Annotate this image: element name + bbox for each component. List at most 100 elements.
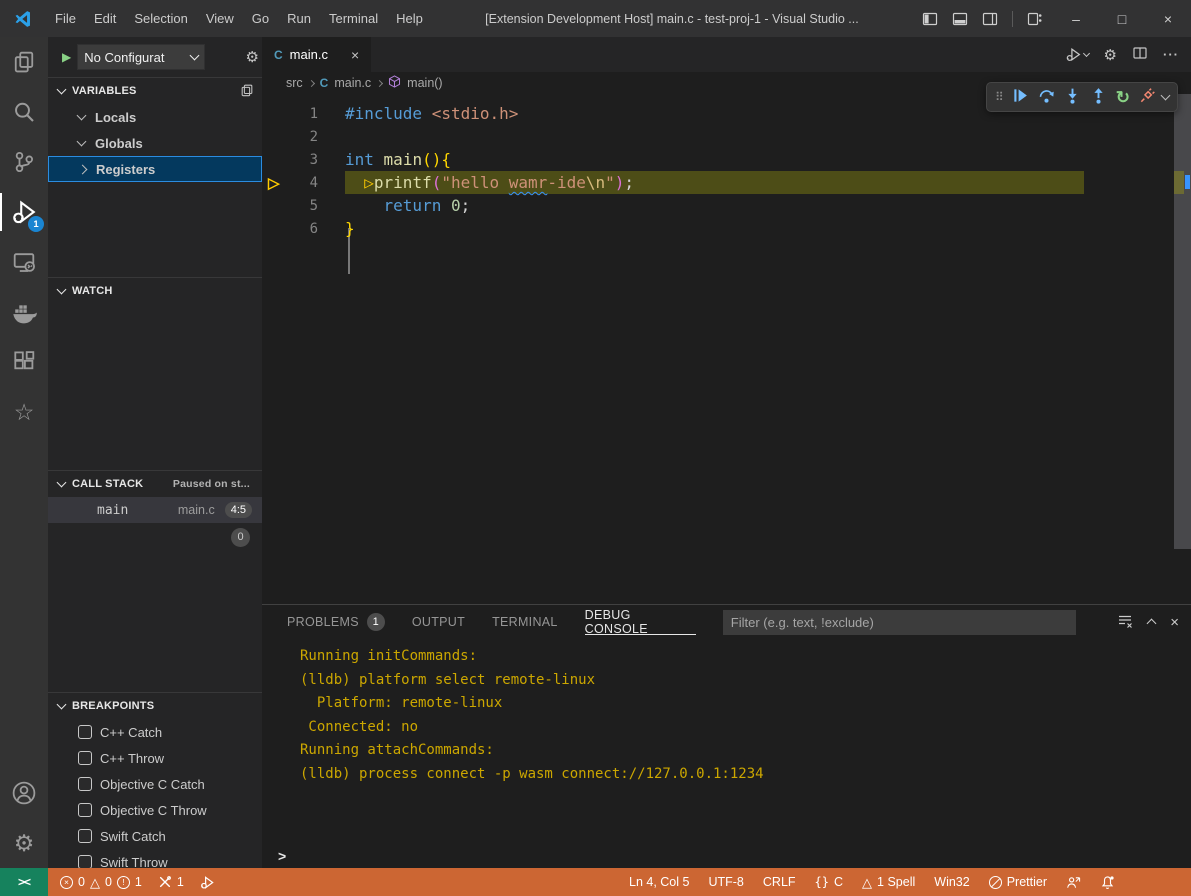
settings-gear-icon[interactable]: ⚙ [0,818,48,868]
menu-go[interactable]: Go [243,11,278,26]
breadcrumb-symbol[interactable]: main() [407,76,442,90]
activity-remote-explorer-icon[interactable] [0,237,48,287]
chevron-down-icon [57,700,67,710]
step-out-icon[interactable] [1090,87,1107,107]
variables-item-locals[interactable]: Locals [48,104,262,130]
code-token: -ide [547,173,586,192]
step-over-icon[interactable] [1038,87,1055,107]
continue-icon[interactable] [1012,87,1029,107]
code-token: "hello [441,173,508,192]
activity-star-icon[interactable]: ☆ [0,387,48,437]
feedback-person-icon[interactable] [1066,875,1081,890]
prettier-status[interactable]: Prettier [989,875,1047,889]
remote-indicator[interactable]: >< [0,868,48,896]
panel-tab-output[interactable]: OUTPUT [412,605,465,639]
call-stack-header[interactable]: CALL STACK Paused on st... [48,471,262,497]
accounts-icon[interactable] [0,768,48,818]
problems-status[interactable]: × 0 △ 0 ! 1 [60,875,142,889]
breakpoint-checkbox[interactable] [78,829,92,843]
debug-console-input[interactable]: > [262,845,1191,866]
language-mode[interactable]: {} C [815,875,843,889]
breadcrumb-file[interactable]: main.c [334,76,371,90]
panel-tab-problems[interactable]: PROBLEMS1 [287,605,385,639]
restart-icon[interactable]: ↻ [1116,89,1130,106]
session-count-badge: 0 [231,528,250,547]
problems-count-badge: 1 [367,613,385,631]
panel-tab-debug-console[interactable]: DEBUG CONSOLE [585,605,696,639]
menu-edit[interactable]: Edit [85,11,125,26]
clear-console-icon[interactable] [1117,613,1133,632]
watch-header[interactable]: WATCH [48,278,262,304]
close-panel-icon[interactable]: × [1170,614,1179,631]
breakpoint-row[interactable]: Objective C Throw [48,797,262,823]
maximize-panel-icon[interactable] [1147,619,1157,629]
breakpoint-checkbox[interactable] [78,855,92,868]
cursor-position[interactable]: Ln 4, Col 5 [629,875,689,889]
breakpoint-row[interactable]: C++ Throw [48,745,262,771]
variables-item-globals[interactable]: Globals [48,130,262,156]
toggle-primary-sidebar-icon[interactable] [922,11,938,27]
collapse-copy-icon[interactable] [240,83,254,100]
variables-header[interactable]: VARIABLES [48,78,262,104]
breadcrumb-folder[interactable]: src [286,76,303,90]
code-editor[interactable]: 1#include <stdio.h>23int main(){▷4 ▷prin… [262,94,1191,604]
breakpoint-checkbox[interactable] [78,777,92,791]
variables-item-registers[interactable]: Registers [48,156,262,182]
console-filter-input[interactable] [723,610,1076,635]
step-into-icon[interactable] [1064,87,1081,107]
disconnect-icon[interactable] [1139,87,1156,107]
activity-explorer-icon[interactable] [0,37,48,87]
debug-status-icon[interactable] [200,875,215,890]
activity-run-debug-icon[interactable]: 1 [0,187,48,237]
toolbar-grip-icon[interactable]: ⠿ [995,90,1003,104]
code-token: return [384,196,442,215]
minimize-button[interactable]: – [1053,0,1099,37]
breakpoint-checkbox[interactable] [78,725,92,739]
toggle-secondary-sidebar-icon[interactable] [982,11,998,27]
notifications-bell-icon[interactable] [1100,875,1115,890]
split-editor-icon[interactable] [1132,45,1148,64]
code-token: <stdio.h> [432,104,519,123]
menu-file[interactable]: File [46,11,85,26]
breakpoint-row[interactable]: Objective C Catch [48,771,262,797]
more-actions-icon[interactable]: ··· [1163,47,1179,62]
breakpoint-row[interactable]: Swift Throw [48,849,262,868]
breakpoint-row[interactable]: C++ Catch [48,719,262,745]
title-bar: FileEditSelectionViewGoRunTerminalHelp [… [0,0,1191,37]
tab-main-c[interactable]: C main.c × [262,37,371,72]
close-button[interactable]: × [1145,0,1191,37]
tab-close-icon[interactable]: × [351,47,359,63]
activity-search-icon[interactable] [0,87,48,137]
platform-status[interactable]: Win32 [934,875,969,889]
debug-settings-gear-icon[interactable]: ⚙ [246,48,259,66]
overview-ruler[interactable] [1174,94,1191,549]
panel-tab-terminal[interactable]: TERMINAL [492,605,558,639]
encoding[interactable]: UTF-8 [708,875,743,889]
eol-sequence[interactable]: CRLF [763,875,796,889]
editor-gear-icon[interactable]: ⚙ [1104,46,1117,64]
activity-source-control-icon[interactable] [0,137,48,187]
breakpoint-row[interactable]: Swift Catch [48,823,262,849]
status-bar: >< × 0 △ 0 ! 1 1 Ln 4, Col 5 UTF-8 CRLF [0,868,1191,896]
spell-checker-status[interactable]: △ 1 Spell [862,875,915,889]
activity-docker-icon[interactable] [0,287,48,337]
menu-run[interactable]: Run [278,11,320,26]
breakpoint-checkbox[interactable] [78,751,92,765]
activity-extensions-icon[interactable] [0,337,48,387]
chevron-down-icon [77,137,87,147]
maximize-button[interactable]: □ [1099,0,1145,37]
tools-status[interactable]: 1 [158,875,184,889]
run-or-debug-icon[interactable] [1065,46,1089,63]
menu-help[interactable]: Help [387,11,432,26]
toggle-panel-icon[interactable] [952,11,968,27]
menu-selection[interactable]: Selection [125,11,196,26]
toolbar-chevron-down-icon[interactable] [1161,91,1171,101]
start-debug-icon[interactable]: ▶ [62,50,71,64]
breakpoint-checkbox[interactable] [78,803,92,817]
stack-frame-row[interactable]: main main.c 4:5 [48,497,262,523]
menu-terminal[interactable]: Terminal [320,11,387,26]
launch-config-dropdown[interactable]: No Configurat [77,44,205,70]
menu-view[interactable]: View [197,11,243,26]
breakpoints-header[interactable]: BREAKPOINTS [48,693,262,719]
customize-layout-icon[interactable] [1027,11,1043,27]
